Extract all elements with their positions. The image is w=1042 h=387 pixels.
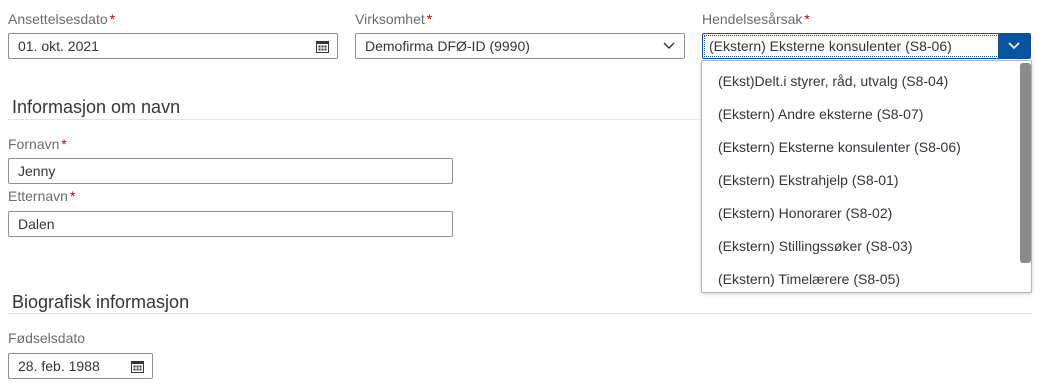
name-section-title: Informasjon om navn [12, 97, 181, 117]
event-reason-dropdown[interactable]: (Ekst)Delt.i styrer, råd, utvalg (S8-04)… [701, 60, 1032, 293]
event-reason-label: Hendelsesårsak * [702, 11, 810, 27]
last-name-input[interactable]: Dalen [8, 211, 453, 237]
dropdown-option[interactable]: (Ekst)Delt.i styrer, råd, utvalg (S8-04) [718, 73, 948, 89]
first-name-label-text: Fornavn [8, 136, 60, 152]
calendar-icon[interactable] [122, 354, 152, 378]
company-label: Virksomhet * [355, 11, 432, 27]
dropdown-option[interactable]: (Ekstern) Honorarer (S8-02) [718, 205, 892, 221]
dropdown-option[interactable]: (Ekstern) Eksterne konsulenter (S8-06) [718, 139, 961, 155]
dropdown-option[interactable]: (Ekstern) Timelærere (S8-05) [718, 271, 900, 287]
birth-date-label: Fødselsdato [8, 330, 86, 346]
last-name-label: Etternavn * [8, 188, 75, 204]
required-marker: * [426, 11, 433, 27]
required-marker: * [69, 188, 76, 204]
calendar-icon[interactable] [307, 34, 337, 58]
event-reason-value[interactable]: (Ekstern) Eksterne konsulenter (S8-06) [703, 38, 998, 54]
employment-date-label: Ansettelsesdato * [8, 11, 115, 27]
last-name-label-text: Etternavn [8, 188, 68, 204]
chevron-down-icon[interactable] [654, 34, 684, 58]
employment-date-label-text: Ansettelsesdato [8, 11, 108, 27]
dropdown-option[interactable]: (Ekstern) Andre eksterne (S8-07) [718, 106, 923, 122]
bio-section-title: Biografisk informasjon [12, 292, 190, 312]
company-select[interactable]: Demofirma DFØ-ID (9990) [355, 33, 685, 59]
company-value: Demofirma DFØ-ID (9990) [365, 38, 530, 54]
employment-date-field[interactable]: 01. okt. 2021 [8, 33, 338, 59]
required-marker: * [61, 136, 67, 152]
first-name-value: Jenny [18, 163, 56, 179]
birth-date-field[interactable]: 28. feb. 1988 [8, 353, 153, 379]
first-name-input[interactable]: Jenny [8, 158, 453, 184]
company-label-text: Virksomhet [355, 11, 425, 27]
last-name-value: Dalen [18, 216, 55, 232]
required-marker: * [804, 11, 810, 27]
chevron-down-icon[interactable] [998, 34, 1030, 58]
required-marker: * [109, 11, 116, 27]
employment-date-value: 01. okt. 2021 [18, 38, 99, 54]
dropdown-option[interactable]: (Ekstern) Ekstrahjelp (S8-01) [718, 172, 899, 188]
first-name-label: Fornavn * [8, 136, 67, 152]
scrollbar-thumb[interactable] [1020, 63, 1031, 263]
dropdown-option[interactable]: (Ekstern) Stillingssøker (S8-03) [718, 238, 913, 254]
event-reason-select[interactable]: (Ekstern) Eksterne konsulenter (S8-06) [702, 33, 1031, 59]
birth-date-value: 28. feb. 1988 [18, 358, 100, 374]
section-divider [8, 313, 1032, 314]
event-reason-label-text: Hendelsesårsak [702, 11, 803, 27]
section-divider [8, 119, 700, 120]
